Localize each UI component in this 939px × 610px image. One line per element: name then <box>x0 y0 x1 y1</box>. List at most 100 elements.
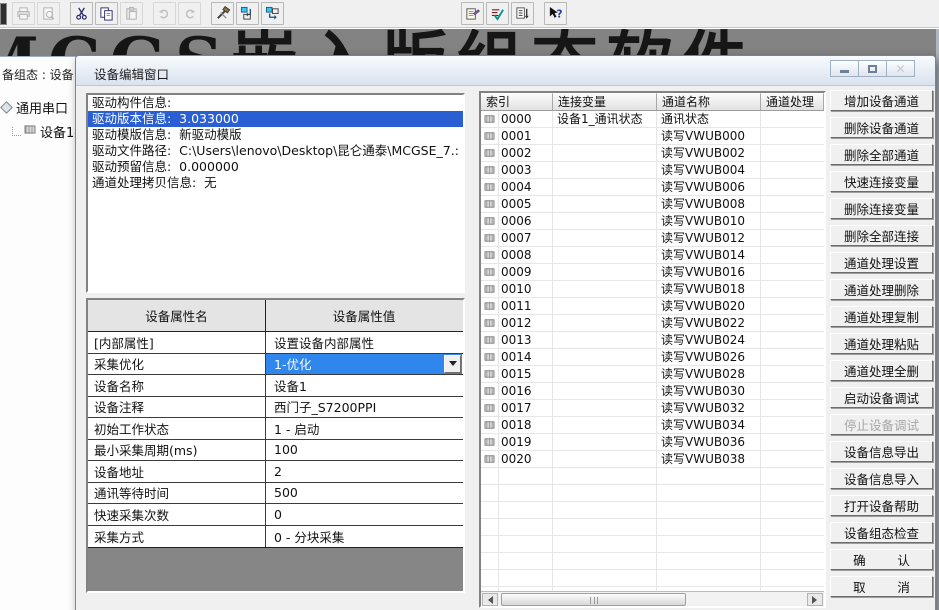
scroll-right-button[interactable] <box>807 593 823 606</box>
print-preview-button[interactable] <box>37 2 60 25</box>
channel-row[interactable]: 0008读写VWUB014 <box>481 247 824 264</box>
driver-info-line[interactable]: 通道处理拷贝信息: 无 <box>88 175 463 191</box>
sort-list-button[interactable] <box>511 2 534 25</box>
property-row[interactable]: 设备名称设备1 <box>88 375 463 397</box>
send-to-window-button[interactable] <box>236 2 259 25</box>
channel-row[interactable]: 0009读写VWUB016 <box>481 264 824 281</box>
undo-button[interactable] <box>153 2 176 25</box>
side-button-打开设备帮助[interactable]: 打开设备帮助 <box>830 495 933 516</box>
side-button-快速连接变量[interactable]: 快速连接变量 <box>830 171 933 192</box>
channel-row[interactable]: 0012读写VWUB022 <box>481 315 824 332</box>
channel-row[interactable]: 0004读写VWUB006 <box>481 179 824 196</box>
side-button-删除全部通道[interactable]: 删除全部通道 <box>830 144 933 165</box>
channel-row[interactable]: 0011读写VWUB020 <box>481 298 824 315</box>
property-row[interactable]: 采集方式0 - 分块采集 <box>88 526 463 548</box>
side-button-通道处理设置[interactable]: 通道处理设置 <box>830 252 933 273</box>
property-name-cell: 初始工作状态 <box>88 418 266 439</box>
channel-name-cell: 读写VWUB002 <box>657 145 761 161</box>
print-button[interactable] <box>12 2 35 25</box>
property-value-cell[interactable]: 1 - 启动 <box>266 418 462 439</box>
dialog-titlebar[interactable]: 设备编辑窗口 ✕ <box>76 56 935 86</box>
properties-button[interactable] <box>461 2 484 25</box>
empty-cell <box>499 553 553 569</box>
side-button-确认[interactable]: 确 认 <box>830 549 933 570</box>
property-value-cell[interactable]: 100 <box>266 440 462 461</box>
channel-row[interactable]: 0001读写VWUB000 <box>481 128 824 145</box>
side-button-增加设备通道[interactable]: 增加设备通道 <box>830 90 933 111</box>
close-button[interactable]: ✕ <box>886 60 915 77</box>
channel-row[interactable]: 0007读写VWUB012 <box>481 230 824 247</box>
channel-row[interactable]: 0003读写VWUB004 <box>481 162 824 179</box>
driver-info-line[interactable]: 驱动构件信息: <box>88 95 463 111</box>
dropdown-button[interactable] <box>444 355 461 373</box>
channel-name-cell: 读写VWUB010 <box>657 213 761 229</box>
minimize-button[interactable] <box>830 60 859 77</box>
channel-row[interactable]: 0010读写VWUB018 <box>481 281 824 298</box>
tools-button[interactable] <box>211 2 234 25</box>
property-row[interactable]: 设备注释西门子_S7200PPI <box>88 397 463 419</box>
property-row[interactable]: 初始工作状态1 - 启动 <box>88 418 463 440</box>
driver-info-line[interactable]: 驱动文件路径: C:\Users\lenovo\Desktop\昆仑通泰\MCG… <box>88 143 463 159</box>
channel-row[interactable]: 0018读写VWUB034 <box>481 417 824 434</box>
scroll-left-button[interactable] <box>482 593 498 606</box>
side-button-通道处理粘贴[interactable]: 通道处理粘贴 <box>830 333 933 354</box>
side-button-删除连接变量[interactable]: 删除连接变量 <box>830 198 933 219</box>
driver-info-line[interactable]: 驱动模版信息: 新驱动模版 <box>88 127 463 143</box>
side-button-设备组态检查[interactable]: 设备组态检查 <box>830 522 933 543</box>
property-value-cell[interactable]: 500 <box>266 483 462 504</box>
side-button-通道处理全删[interactable]: 通道处理全删 <box>830 360 933 381</box>
redo-button[interactable] <box>178 2 201 25</box>
property-value-cell[interactable]: 西门子_S7200PPI <box>266 397 462 418</box>
column-header-name[interactable]: 通道名称 <box>657 93 761 111</box>
property-value-cell[interactable]: 0 <box>266 504 462 525</box>
context-help-button[interactable]: ? <box>544 2 567 25</box>
syntax-check-button[interactable] <box>486 2 509 25</box>
cut-button[interactable] <box>70 2 93 25</box>
scrollbar-thumb[interactable] <box>501 593 686 606</box>
property-value-cell[interactable]: 2 <box>266 461 462 482</box>
channel-row[interactable]: 0019读写VWUB036 <box>481 434 824 451</box>
property-row[interactable]: 通讯等待时间500 <box>88 483 463 505</box>
side-button-设备信息导出[interactable]: 设备信息导出 <box>830 441 933 462</box>
side-button-取消[interactable]: 取 消 <box>830 576 933 597</box>
side-button-通道处理复制[interactable]: 通道处理复制 <box>830 306 933 327</box>
channel-row[interactable]: 0015读写VWUB028 <box>481 366 824 383</box>
channel-row[interactable]: 0014读写VWUB026 <box>481 349 824 366</box>
column-header-process[interactable]: 通道处理 <box>761 93 824 111</box>
property-row[interactable]: 设备地址2 <box>88 461 463 483</box>
channel-row[interactable]: 0017读写VWUB032 <box>481 400 824 417</box>
driver-info-line[interactable]: 驱动预留信息: 0.000000 <box>88 159 463 175</box>
side-button-删除全部连接[interactable]: 删除全部连接 <box>830 225 933 246</box>
property-row[interactable]: 采集优化1-优化 <box>88 354 463 376</box>
empty-cell <box>481 570 499 586</box>
maximize-button[interactable] <box>858 60 887 77</box>
send-to-window-alt-button[interactable] <box>261 2 284 25</box>
property-value-cell[interactable]: 设备1 <box>266 375 462 396</box>
horizontal-scrollbar[interactable] <box>481 591 824 606</box>
paste-button[interactable] <box>120 2 143 25</box>
side-button-设备信息导入[interactable]: 设备信息导入 <box>830 468 933 489</box>
channel-row[interactable]: 0002读写VWUB002 <box>481 145 824 162</box>
channel-row[interactable]: 0000设备1_通讯状态通讯状态 <box>481 111 824 128</box>
column-header-index[interactable]: 索引 <box>481 93 553 111</box>
side-button-启动设备调试[interactable]: 启动设备调试 <box>830 387 933 408</box>
empty-cell <box>481 468 499 484</box>
channel-row[interactable]: 0016读写VWUB030 <box>481 383 824 400</box>
property-value-cell[interactable]: 设置设备内部属性 <box>266 332 462 353</box>
channel-row[interactable]: 0013读写VWUB024 <box>481 332 824 349</box>
property-value-cell[interactable]: 0 - 分块采集 <box>266 526 462 548</box>
tree-item-serial-port[interactable]: 通用串口 <box>0 95 76 119</box>
property-row[interactable]: 最小采集周期(ms)100 <box>88 440 463 462</box>
property-value-cell[interactable]: 1-优化 <box>266 354 462 375</box>
side-button-删除设备通道[interactable]: 删除设备通道 <box>830 117 933 138</box>
side-button-通道处理删除[interactable]: 通道处理删除 <box>830 279 933 300</box>
tree-item-device1[interactable]: 设备1- <box>0 119 76 143</box>
property-row[interactable]: 快速采集次数0 <box>88 504 463 526</box>
channel-row[interactable]: 0005读写VWUB008 <box>481 196 824 213</box>
driver-info-line[interactable]: 驱动版本信息: 3.033000 <box>88 111 463 127</box>
column-header-variable[interactable]: 连接变量 <box>553 93 657 111</box>
channel-row[interactable]: 0006读写VWUB010 <box>481 213 824 230</box>
property-row[interactable]: [内部属性]设置设备内部属性 <box>88 332 463 354</box>
copy-button[interactable] <box>95 2 118 25</box>
channel-row[interactable]: 0020读写VWUB038 <box>481 451 824 468</box>
